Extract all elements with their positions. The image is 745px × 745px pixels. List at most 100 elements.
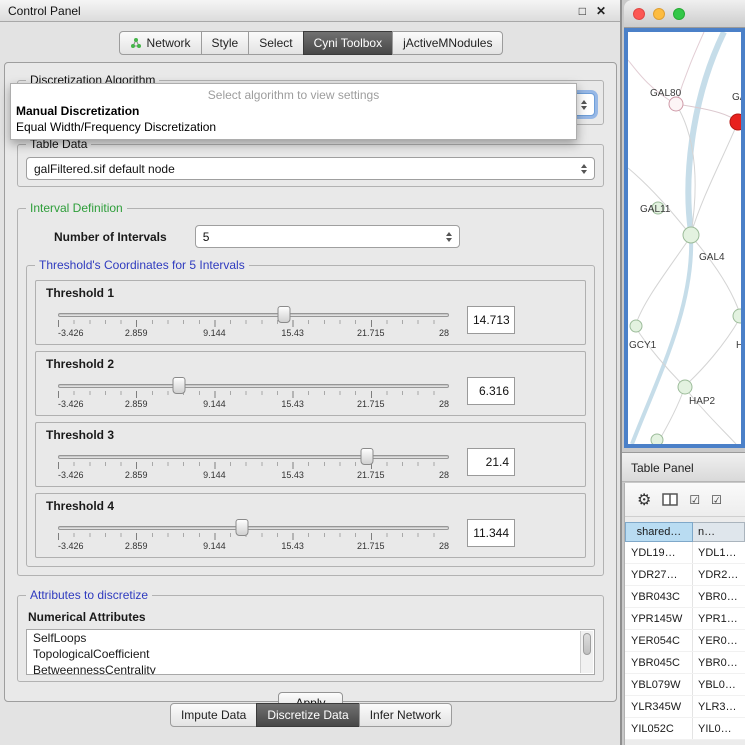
cell-name: YDL1… (693, 542, 745, 563)
tab-select[interactable]: Select (248, 31, 303, 55)
table-row[interactable]: YLR345WYLR3… (625, 696, 745, 718)
dropdown-option-equal-width-frequency[interactable]: Equal Width/Frequency Discretization (11, 119, 576, 135)
columns-icon[interactable] (662, 493, 678, 506)
network-node-selected[interactable] (730, 114, 741, 130)
table-row[interactable]: YBL079WYBL0… (625, 674, 745, 696)
slider-thumb[interactable] (235, 519, 248, 536)
tab-impute-data[interactable]: Impute Data (170, 703, 257, 727)
table-header-row: shared… n… (625, 522, 745, 542)
scale-label: 15.43 (281, 541, 304, 551)
number-of-intervals-combobox[interactable]: 5 (195, 225, 460, 248)
group-title: Interval Definition (26, 201, 127, 215)
threshold-slider[interactable]: -3.426 2.859 9.144 15.43 21.715 28 (58, 515, 449, 551)
tab-discretize-data[interactable]: Discretize Data (256, 703, 359, 727)
tab-label: Network (147, 36, 191, 50)
slider-thumb[interactable] (360, 448, 373, 465)
table-row[interactable]: YDL19…YDL1… (625, 542, 745, 564)
cell-name: YPR1… (693, 608, 745, 629)
threshold-value-input[interactable] (467, 377, 515, 405)
float-panel-icon[interactable]: □ (579, 4, 586, 18)
network-edge[interactable] (686, 318, 740, 385)
scrollbar-thumb[interactable] (583, 633, 591, 655)
network-node[interactable] (683, 227, 699, 243)
combo-arrows-icon (575, 164, 587, 174)
network-edge[interactable] (688, 32, 724, 232)
select-check-icon[interactable]: ☑ (689, 493, 700, 507)
cell-name: YIL0… (693, 718, 745, 739)
slider-ticks (58, 391, 449, 398)
network-node[interactable] (669, 97, 683, 111)
numerical-attributes-label: Numerical Attributes (28, 610, 595, 624)
network-node[interactable] (630, 320, 642, 332)
node-label: GAL80 (650, 88, 682, 99)
slider-scale: -3.426 2.859 9.144 15.43 21.715 28 (58, 470, 449, 480)
cell-shared-name: YBR045C (625, 652, 693, 673)
slider-thumb[interactable] (173, 377, 186, 394)
slider-ticks (58, 533, 449, 540)
threshold-slider[interactable]: -3.426 2.859 9.144 15.43 21.715 28 (58, 302, 449, 338)
tab-label: Discretize Data (267, 708, 348, 722)
tab-label: Cyni Toolbox (314, 36, 382, 50)
network-node[interactable] (733, 309, 741, 323)
network-edge[interactable] (676, 104, 738, 122)
threshold-slider[interactable]: -3.426 2.859 9.144 15.43 21.715 28 (58, 373, 449, 409)
zoom-button[interactable] (673, 8, 685, 20)
threshold-slider[interactable]: -3.426 2.859 9.144 15.43 21.715 28 (58, 444, 449, 480)
cell-shared-name: YBL079W (625, 674, 693, 695)
control-panel-titlebar: Control Panel □ ✕ (0, 0, 620, 22)
table-data-value: galFiltered.sif default node (34, 162, 175, 176)
table-row[interactable]: YDR27…YDR2… (625, 564, 745, 586)
tab-jactivemnodules[interactable]: jActiveMNodules (392, 31, 503, 55)
interval-definition-group: Interval Definition Number of Intervals … (17, 201, 604, 576)
attributes-list[interactable]: SelfLoops TopologicalCoefficient Between… (26, 629, 595, 675)
slider-track[interactable] (58, 526, 449, 530)
tab-network[interactable]: Network (119, 31, 202, 55)
network-window-titlebar (624, 0, 745, 28)
node-label: GA (732, 92, 741, 103)
threshold-block-2: Threshold 2 -3.426 2.859 9.144 15.43 (35, 351, 586, 416)
select-all-check-icon[interactable]: ☑ (711, 493, 722, 507)
slider-scale: -3.426 2.859 9.144 15.43 21.715 28 (58, 328, 449, 338)
slider-track[interactable] (58, 384, 449, 388)
tab-style[interactable]: Style (201, 31, 250, 55)
tab-infer-network[interactable]: Infer Network (359, 703, 452, 727)
dropdown-option-manual-discretization[interactable]: Manual Discretization (11, 103, 576, 119)
list-item[interactable]: TopologicalCoefficient (27, 646, 594, 662)
network-node[interactable] (678, 380, 692, 394)
threshold-value-input[interactable] (467, 448, 515, 476)
network-edge[interactable] (691, 236, 740, 314)
list-item[interactable]: BetweennessCentrality (27, 662, 594, 675)
dropdown-placeholder-item[interactable]: Select algorithm to view settings (11, 86, 576, 103)
table-data-combobox[interactable]: galFiltered.sif default node (26, 157, 595, 180)
column-header-name[interactable]: n… (693, 522, 745, 542)
node-label: GCY1 (629, 340, 657, 351)
scale-label: 28 (439, 328, 449, 338)
slider-track[interactable] (58, 313, 449, 317)
tab-label: Impute Data (181, 708, 246, 722)
column-header-shared-name[interactable]: shared… (625, 522, 693, 542)
top-tabbar: Network Style Select Cyni Toolbox jActiv… (0, 31, 622, 55)
scale-label: 28 (439, 470, 449, 480)
table-row[interactable]: YER054CYER0… (625, 630, 745, 652)
table-row[interactable]: YPR145WYPR1… (625, 608, 745, 630)
table-row[interactable]: YIL052CYIL0… (625, 718, 745, 740)
scale-label: 21.715 (357, 470, 385, 480)
scale-label: -3.426 (58, 470, 84, 480)
network-edge[interactable] (691, 122, 738, 234)
network-edge[interactable] (628, 168, 689, 233)
gear-icon[interactable]: ⚙ (637, 490, 651, 510)
list-item[interactable]: SelfLoops (27, 630, 594, 646)
network-node[interactable] (651, 434, 663, 444)
close-button[interactable] (633, 8, 645, 20)
table-row[interactable]: YBR045CYBR0… (625, 652, 745, 674)
list-scrollbar[interactable] (580, 631, 593, 673)
slider-thumb[interactable] (277, 306, 290, 323)
threshold-value-input[interactable] (467, 306, 515, 334)
minimize-button[interactable] (653, 8, 665, 20)
table-row[interactable]: YBR043CYBR0… (625, 586, 745, 608)
network-view[interactable]: GAL80 GA GAL11 GAL4 GCY1 HAP2 H (624, 28, 745, 448)
tab-cyni-toolbox[interactable]: Cyni Toolbox (303, 31, 393, 55)
close-panel-icon[interactable]: ✕ (596, 4, 606, 18)
slider-track[interactable] (58, 455, 449, 459)
threshold-value-input[interactable] (467, 519, 515, 547)
